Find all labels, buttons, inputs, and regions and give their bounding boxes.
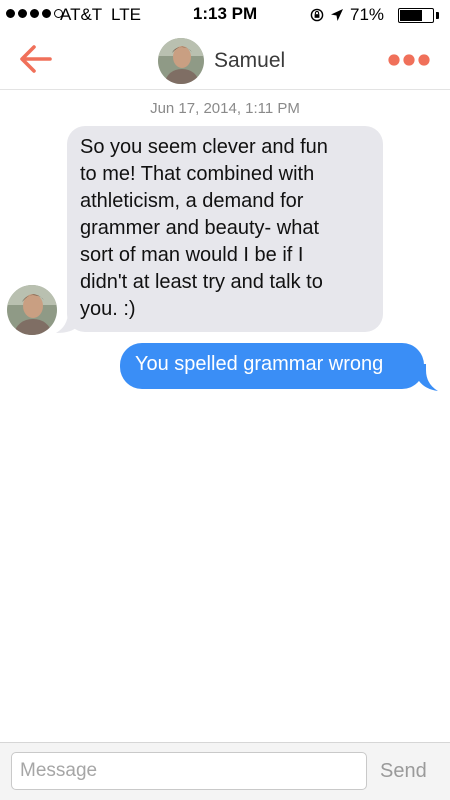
battery-tip bbox=[436, 12, 439, 19]
location-arrow-icon bbox=[331, 9, 343, 21]
contact-name: Samuel bbox=[214, 49, 286, 72]
bubble-tail bbox=[56, 306, 78, 333]
sender-avatar[interactable] bbox=[7, 285, 57, 335]
battery-icon bbox=[398, 8, 434, 23]
more-options-icon[interactable] bbox=[388, 53, 430, 67]
profile-photo-icon bbox=[7, 285, 57, 335]
back-arrow-icon[interactable] bbox=[18, 44, 54, 74]
bubble-tail bbox=[416, 364, 438, 391]
contact-avatar[interactable] bbox=[158, 38, 204, 84]
contact-info[interactable]: Samuel bbox=[158, 38, 286, 84]
message-timestamp: Jun 17, 2014, 1:11 PM bbox=[150, 100, 300, 117]
message-composer: Send bbox=[0, 742, 450, 800]
sent-message-text: You spelled grammar wrong bbox=[135, 353, 384, 375]
send-button[interactable]: Send bbox=[380, 760, 427, 783]
rotation-lock-icon bbox=[310, 8, 324, 22]
battery-level-fill bbox=[400, 10, 423, 21]
chat-header: Samuel bbox=[0, 30, 450, 90]
message-input[interactable] bbox=[11, 752, 367, 790]
battery-percent: 71% bbox=[350, 5, 385, 24]
profile-photo-icon bbox=[158, 38, 204, 84]
received-message-text: So you seem clever and fun to me! That c… bbox=[80, 136, 328, 320]
status-bar: AT&T LTE 1:13 PM 71% bbox=[0, 0, 450, 30]
